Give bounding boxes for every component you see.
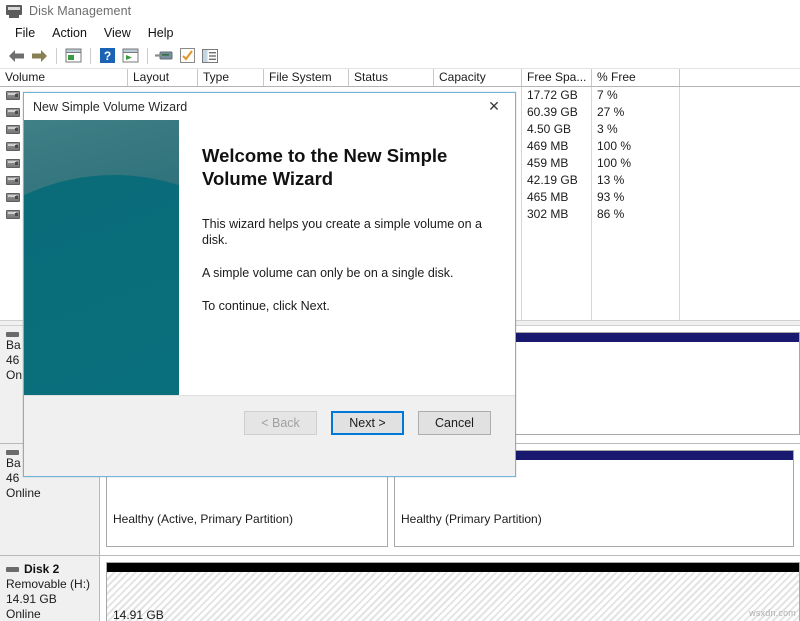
cell-percent-free: 86 % <box>597 207 625 221</box>
disk-type-label: Removable (H:) <box>6 577 91 591</box>
partition-status: Healthy (Primary Partition) <box>401 512 542 526</box>
cell-percent-free: 7 % <box>597 88 618 102</box>
partition-status: Healthy (Active, Primary Partition) <box>113 512 294 526</box>
disk-status-label: Online <box>6 486 41 500</box>
menu-item-file[interactable]: File <box>7 24 44 42</box>
partition-body: 14.91 GBUnallocated <box>107 572 799 621</box>
disk-icon <box>6 332 19 337</box>
cell-percent-free: 27 % <box>597 105 625 119</box>
dialog-title-bar: New Simple Volume Wizard ✕ <box>24 93 515 120</box>
cell-free-space: 4.50 GB <box>527 122 572 136</box>
properties-icon[interactable] <box>62 45 84 67</box>
cancel-button[interactable]: Cancel <box>418 411 491 435</box>
toolbar-separator <box>56 47 57 64</box>
disk-icon <box>6 566 19 572</box>
toolbar-separator <box>147 47 148 64</box>
volume-drive-icon <box>6 108 20 117</box>
svg-text:?: ? <box>103 49 110 63</box>
dialog-paragraph-3: To continue, click Next. <box>202 299 330 313</box>
disk-management-icon <box>6 3 22 19</box>
toolbar-separator <box>90 47 91 64</box>
volume-drive-icon <box>6 142 20 151</box>
disk-icon[interactable] <box>153 45 175 67</box>
column-header-percent-free[interactable]: % Free <box>592 69 680 86</box>
volume-drive-icon <box>6 193 20 202</box>
column-header-spacer <box>680 69 800 86</box>
checkmark-icon[interactable] <box>176 45 198 67</box>
new-simple-volume-wizard-dialog: New Simple Volume Wizard ✕ Welcome to th… <box>23 92 516 477</box>
partition-size: 14.91 GB <box>113 608 164 621</box>
disk-name: Disk 2 <box>24 562 60 576</box>
disk-size-label: 14.91 GB <box>6 592 57 606</box>
cell-percent-free: 3 % <box>597 122 618 136</box>
column-header-type[interactable]: Type <box>198 69 264 86</box>
column-header-capacity[interactable]: Capacity <box>434 69 522 86</box>
partition-header-bar <box>107 563 799 572</box>
menu-item-help[interactable]: Help <box>140 24 183 42</box>
close-icon[interactable]: ✕ <box>473 93 515 120</box>
disk-status-label: Online <box>6 607 41 621</box>
volume-drive-icon <box>6 159 20 168</box>
menu-item-action[interactable]: Action <box>44 24 96 42</box>
cell-free-space: 60.39 GB <box>527 105 578 119</box>
back-icon[interactable] <box>5 45 27 67</box>
watermark: wsxdn.com <box>749 608 796 618</box>
dialog-body: Welcome to the New Simple Volume Wizard … <box>24 120 515 450</box>
cell-free-space: 42.19 GB <box>527 173 578 187</box>
cell-percent-free: 93 % <box>597 190 625 204</box>
menu-bar: File Action View Help <box>0 22 800 43</box>
volume-drive-icon <box>6 91 20 100</box>
cell-free-space: 469 MB <box>527 139 569 153</box>
dialog-paragraph-1: This wizard helps you create a simple vo… <box>202 217 482 247</box>
cell-free-space: 459 MB <box>527 156 569 170</box>
dialog-title: New Simple Volume Wizard <box>33 99 188 114</box>
forward-icon[interactable] <box>28 45 50 67</box>
next-button[interactable]: Next > <box>331 411 404 435</box>
volume-drive-icon <box>6 210 20 219</box>
disk-management-window: Disk Management File Action View Help ? <box>0 0 800 621</box>
column-header-status[interactable]: Status <box>349 69 434 86</box>
column-header-free-space[interactable]: Free Spa... <box>522 69 592 86</box>
menu-item-view[interactable]: View <box>96 24 140 42</box>
cell-percent-free: 100 % <box>597 156 632 170</box>
disk-block[interactable]: Disk 2 Removable (H:) 14.91 GB Online 14.91 … <box>0 556 800 621</box>
window-title: Disk Management <box>29 4 132 18</box>
rescan-icon[interactable] <box>119 45 141 67</box>
cell-percent-free: 100 % <box>597 139 632 153</box>
dialog-heading: Welcome to the New Simple Volume Wizard <box>202 145 448 189</box>
cell-free-space: 302 MB <box>527 207 569 221</box>
toolbar: ? <box>0 43 800 69</box>
dialog-paragraph-2: A simple volume can only be on a single … <box>202 266 454 280</box>
list-view-icon[interactable] <box>199 45 221 67</box>
cell-percent-free: 13 % <box>597 173 625 187</box>
title-bar: Disk Management <box>0 0 800 22</box>
column-header-layout[interactable]: Layout <box>128 69 198 86</box>
disk-info-panel[interactable]: Disk 2 Removable (H:) 14.91 GB Online <box>0 556 100 621</box>
help-icon[interactable]: ? <box>96 45 118 67</box>
disk-icon <box>6 450 19 455</box>
volume-drive-icon <box>6 125 20 134</box>
disk-title: Disk 2 <box>6 562 99 576</box>
cell-free-space: 17.72 GB <box>527 88 578 102</box>
dialog-footer: < Back Next > Cancel <box>24 395 515 450</box>
volume-list-header: Volume Layout Type File System Status Ca… <box>0 69 800 87</box>
partition[interactable]: 14.91 GBUnallocated <box>106 562 800 621</box>
column-header-file-system[interactable]: File System <box>264 69 349 86</box>
volume-drive-icon <box>6 176 20 185</box>
column-header-volume[interactable]: Volume <box>0 69 128 86</box>
partition-strip: 14.91 GBUnallocated <box>100 556 800 621</box>
back-button: < Back <box>244 411 317 435</box>
cell-free-space: 465 MB <box>527 190 569 204</box>
